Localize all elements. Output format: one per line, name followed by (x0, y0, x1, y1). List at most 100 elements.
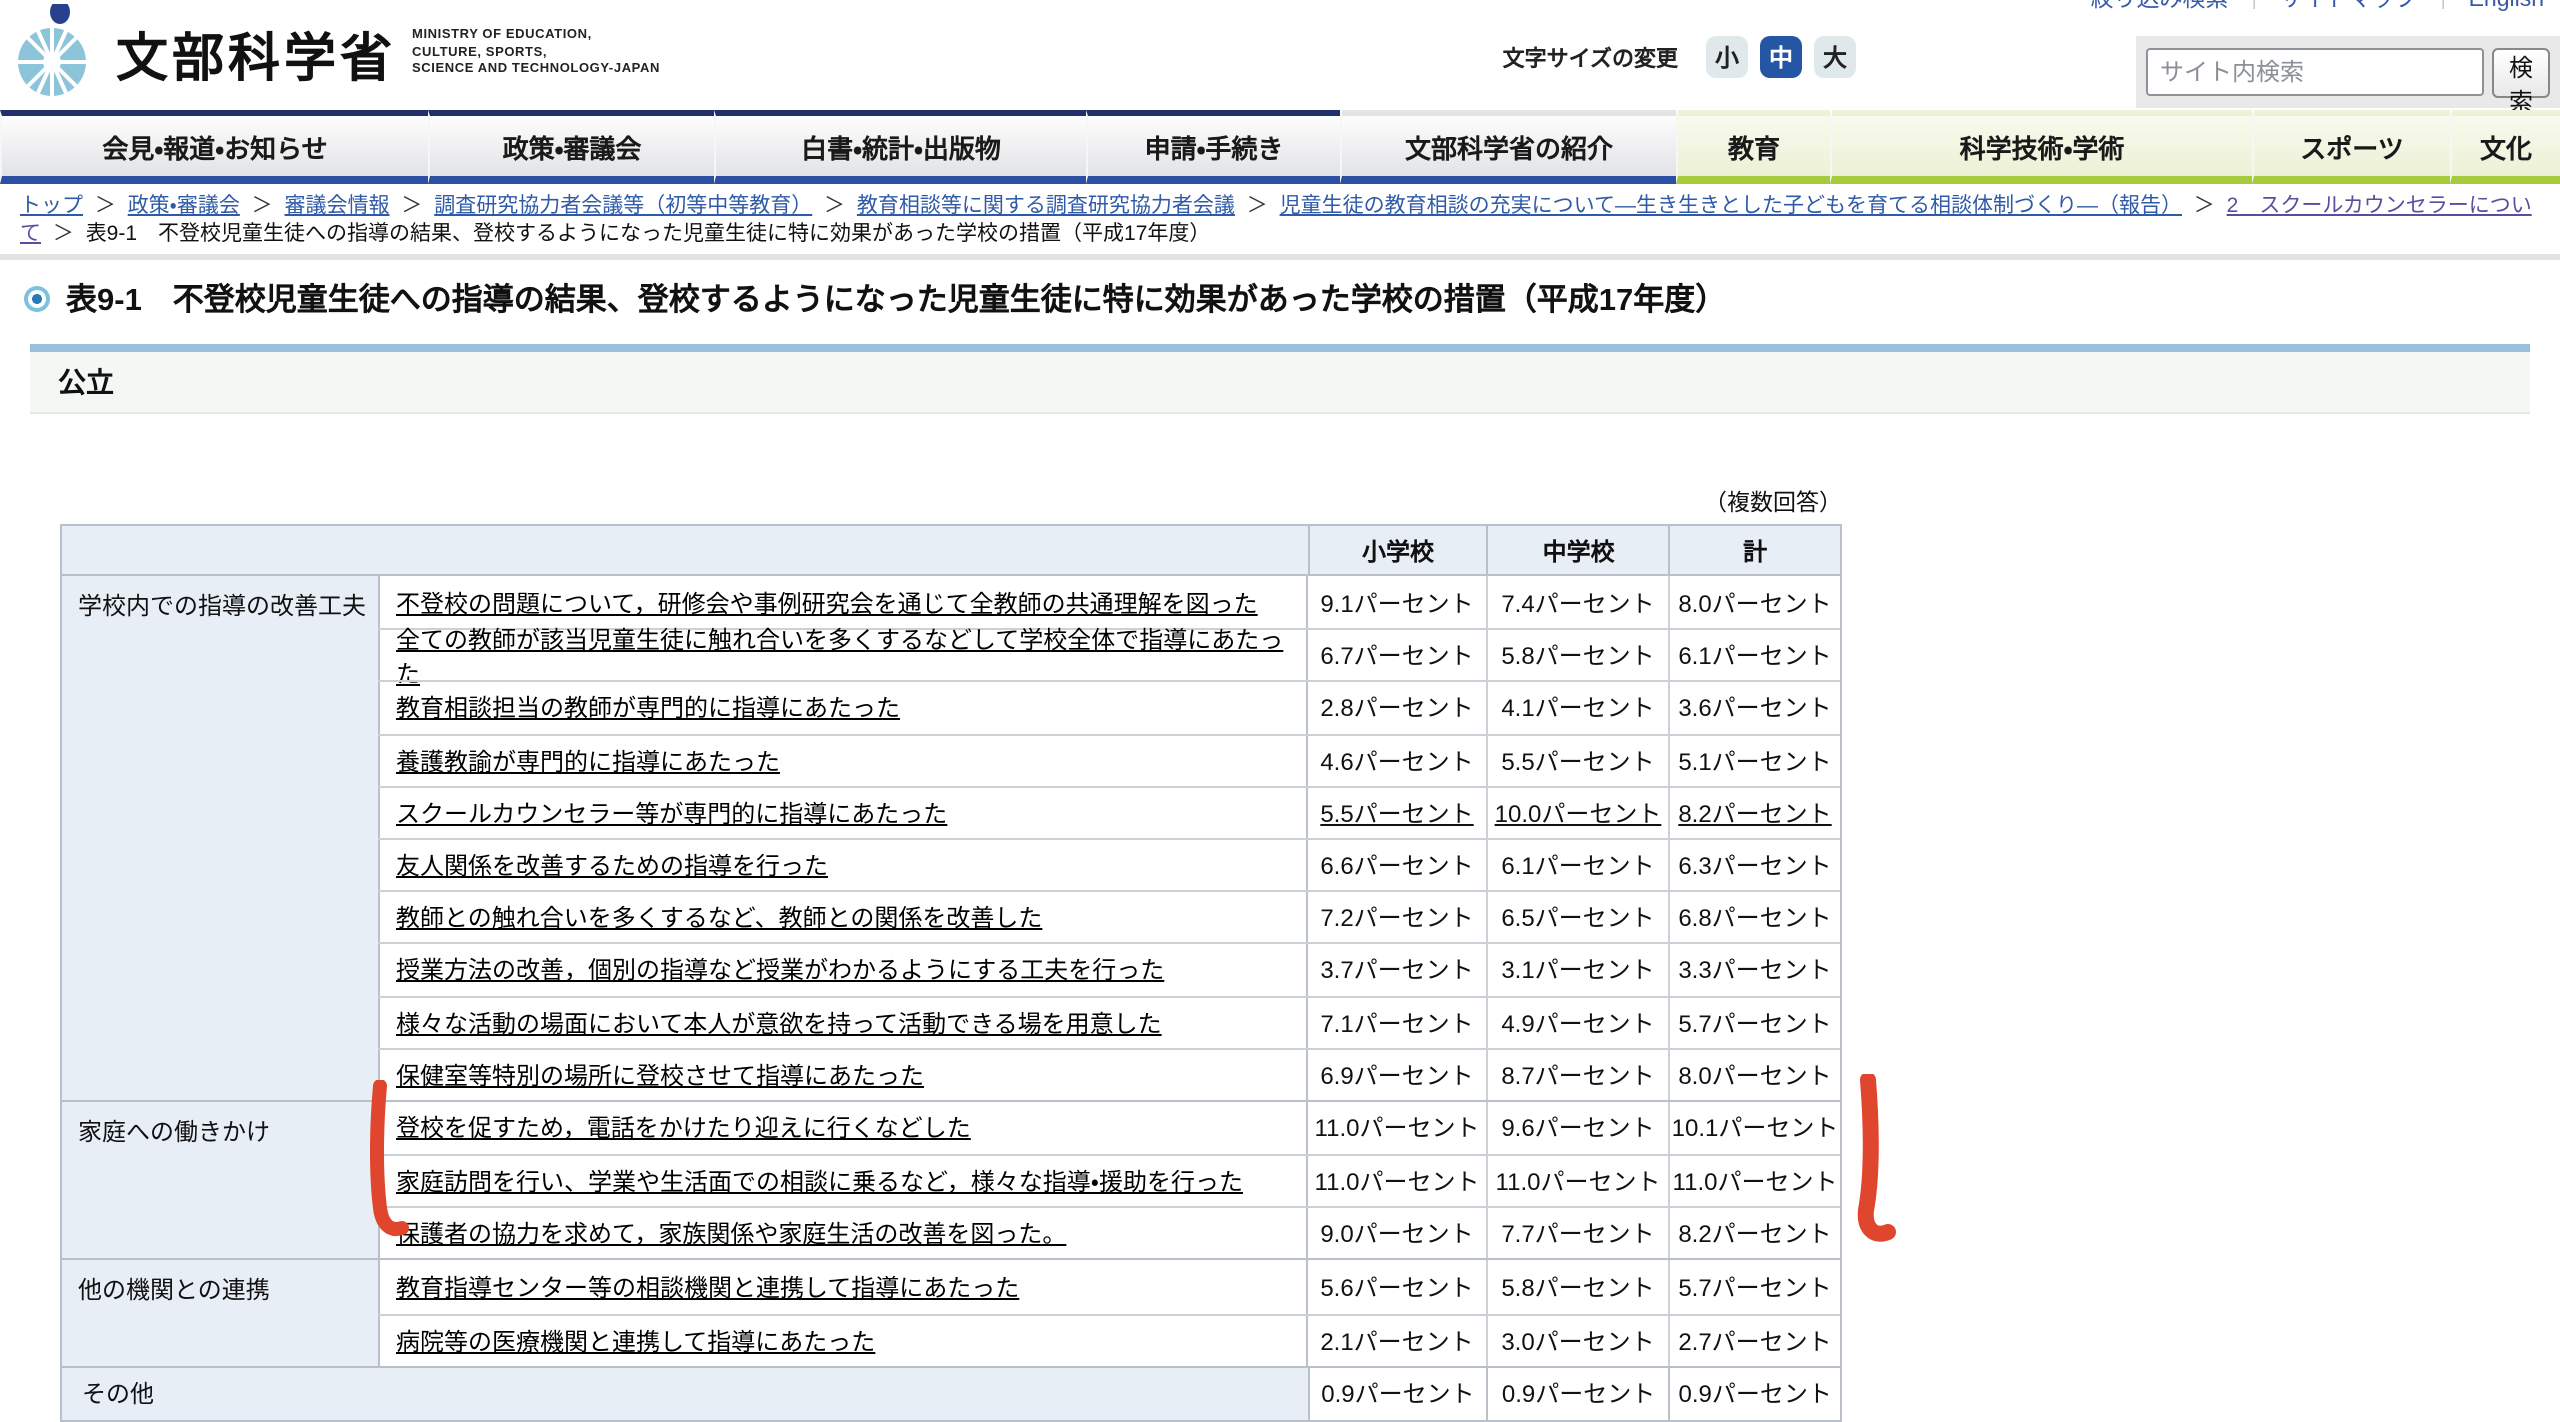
value-cell: 6.1パーセント (1668, 630, 1840, 680)
nav-tab-7[interactable]: スポーツ (2252, 110, 2450, 184)
value-cell: 6.5パーセント (1486, 892, 1668, 942)
measure-link[interactable]: 様々な活動の場面において本人が意欲を持って活動できる場を用意した (396, 1005, 1162, 1039)
table-header-row: 小学校中学校計 (62, 526, 1840, 574)
utility-link-1[interactable]: サイトマップ (2280, 0, 2418, 12)
font-size-switcher: 文字サイズの変更 小中大 (1503, 36, 1856, 78)
nav-tab-4[interactable]: 文部科学省の紹介 (1340, 110, 1676, 184)
nav-tab-6[interactable]: 科学技術・学術 (1830, 110, 2252, 184)
measure-link[interactable]: 養護教諭が専門的に指導にあたった (396, 743, 780, 777)
breadcrumb-separator: ＞ (818, 194, 851, 218)
measure-link[interactable]: 授業方法の改善，個別の指導など授業がわかるようにする工夫を行った (396, 953, 1164, 987)
value-cell: 5.8パーセント (1486, 1261, 1668, 1313)
breadcrumb-separator: ＞ (1241, 194, 1274, 218)
font-size-label: 文字サイズの変更 (1503, 41, 1678, 73)
category-cell: 他の機関との連携 (62, 1261, 378, 1366)
table-row: 保健室等特別の場所に登校させて指導にあたった6.9パーセント8.7パーセント8.… (378, 1047, 1840, 1099)
measure-cell: 授業方法の改善，個別の指導など授業がわかるようにする工夫を行った (378, 945, 1306, 995)
value-cell: 3.3パーセント (1668, 945, 1840, 995)
table-row: 友人関係を改善するための指導を行った6.6パーセント6.1パーセント6.3パーセ… (378, 838, 1840, 890)
value-cell: 7.2パーセント (1306, 892, 1486, 942)
value-cell: 6.1パーセント (1486, 840, 1668, 890)
measures-table: 小学校中学校計 学校内での指導の改善工夫不登校の問題について，研修会や事例研究会… (60, 524, 1842, 1422)
category-cell-merged: その他 (62, 1368, 1307, 1420)
category-cell: 学校内での指導の改善工夫 (62, 576, 378, 1100)
measure-cell: 家庭訪問を行い、学業や生活面での相談に乗るなど，様々な指導・援助を行った (378, 1156, 1306, 1206)
table-group-0: 学校内での指導の改善工夫不登校の問題について，研修会や事例研究会を通じて全教師の… (62, 574, 1840, 1100)
mext-logo[interactable]: 文部科学省 MINISTRY OF EDUCATION,CULTURE, SPO… (12, 4, 660, 104)
search-input[interactable] (2146, 48, 2484, 96)
value-cell: 3.1パーセント (1486, 945, 1668, 995)
section-heading-kouritsu: 公立 (30, 344, 2530, 414)
site-header: 文部科学省 MINISTRY OF EDUCATION,CULTURE, SPO… (0, 0, 2560, 110)
breadcrumb-separator: ＞ (89, 194, 122, 218)
font-size-button-2[interactable]: 大 (1814, 36, 1856, 78)
measure-link[interactable]: スクールカウンセラー等が専門的に指導にあたった (396, 796, 947, 830)
value-cell: 0.9パーセント (1307, 1368, 1487, 1420)
column-header-1: 中学校 (1487, 526, 1669, 574)
title-row: 表9-1 不登校児童生徒への指導の結果、登校するようになった児童生徒に特に効果が… (24, 276, 1726, 320)
measure-link[interactable]: 保護者の協力を求めて，家族関係や家庭生活の改善を図った。 (396, 1217, 1066, 1251)
breadcrumb-item-5[interactable]: 児童生徒の教育相談の充実について—生き生きとした子どもを育てる相談体制づくり—（… (1280, 194, 2182, 218)
measure-link[interactable]: 不登校の問題について，研修会や事例研究会を通じて全教師の共通理解を図った (396, 585, 1258, 619)
nav-tab-8[interactable]: 文化 (2450, 110, 2560, 184)
value-cell: 9.6パーセント (1486, 1102, 1668, 1154)
value-cell: 3.7パーセント (1306, 945, 1486, 995)
breadcrumb-item-2[interactable]: 審議会情報 (285, 194, 390, 218)
breadcrumb: トップ ＞ 政策・審議会 ＞ 審議会情報 ＞ 調査研究協力者会議等（初等中等教育… (20, 192, 2544, 248)
utility-link-0[interactable]: 絞り込み検索 (2091, 0, 2229, 12)
breadcrumb-item-0[interactable]: トップ (20, 194, 83, 218)
value-cell: 7.1パーセント (1306, 997, 1486, 1047)
logo-title: 文部科学省 (116, 17, 396, 91)
nav-tab-5[interactable]: 教育 (1676, 110, 1830, 184)
breadcrumb-separator: ＞ (246, 194, 279, 218)
mext-pinwheel-icon (12, 4, 100, 104)
measure-cell: 保健室等特別の場所に登校させて指導にあたった (378, 1049, 1306, 1099)
table-row: 病院等の医療機関と連携して指導にあたった2.1パーセント3.0パーセント2.7パ… (378, 1313, 1840, 1365)
breadcrumb-item-4[interactable]: 教育相談等に関する調査研究協力者会議 (857, 194, 1235, 218)
value-cell: 5.8パーセント (1486, 630, 1668, 680)
table-row: 教育指導センター等の相談機関と連携して指導にあたった5.6パーセント5.8パーセ… (378, 1261, 1840, 1313)
value-cell: 7.7パーセント (1486, 1209, 1668, 1259)
utility-link-2[interactable]: English (2469, 0, 2544, 12)
nav-tab-2[interactable]: 白書・統計・出版物 (714, 110, 1086, 184)
table-row: 授業方法の改善，個別の指導など授業がわかるようにする工夫を行った 3.7パーセント… (378, 943, 1840, 995)
measure-link[interactable]: 病院等の医療機関と連携して指導にあたった (396, 1323, 875, 1357)
measure-link[interactable]: 保健室等特別の場所に登校させて指導にあたった (396, 1058, 924, 1092)
page-title: 表9-1 不登校児童生徒への指導の結果、登校するようになった児童生徒に特に効果が… (66, 276, 1726, 320)
measure-link[interactable]: 家庭訪問を行い、学業や生活面での相談に乗るなど，様々な指導・援助を行った (396, 1164, 1243, 1198)
font-size-button-0[interactable]: 小 (1706, 36, 1748, 78)
measure-link[interactable]: 友人関係を改善するための指導を行った (396, 848, 828, 882)
value-cell: 11.0パーセント (1668, 1156, 1840, 1206)
measure-cell: 保護者の協力を求めて，家族関係や家庭生活の改善を図った。 (378, 1209, 1306, 1259)
value-cell: 10.1パーセント (1668, 1102, 1840, 1154)
search-button[interactable]: 検索 (2492, 47, 2550, 97)
value-cell: 5.5パーセント (1306, 788, 1486, 838)
value-cell: 11.0パーセント (1306, 1156, 1486, 1206)
font-size-button-1[interactable]: 中 (1760, 36, 1802, 78)
breadcrumb-item-3[interactable]: 調査研究協力者会議等（初等中等教育） (434, 194, 812, 218)
measure-link[interactable]: 登校を促すため，電話をかけたり迎えに行くなどした (396, 1111, 971, 1145)
nav-tab-1[interactable]: 政策・審議会 (428, 110, 714, 184)
value-cell: 5.5パーセント (1486, 735, 1668, 785)
category-cell: 家庭への働きかけ (62, 1102, 378, 1259)
measure-link[interactable]: 教育相談担当の教師が専門的に指導にあたった (396, 691, 900, 725)
value-cell: 2.1パーセント (1306, 1315, 1486, 1365)
measure-link[interactable]: 教師との触れ合いを多くするなど、教師との関係を改善した (396, 900, 1042, 934)
breadcrumb-item-1[interactable]: 政策・審議会 (128, 194, 240, 218)
value-cell: 3.0パーセント (1486, 1315, 1668, 1365)
nav-tab-0[interactable]: 会見・報道・お知らせ (0, 110, 428, 184)
nav-tab-3[interactable]: 申請・手続き (1086, 110, 1340, 184)
column-header-0: 小学校 (1307, 526, 1487, 574)
value-link[interactable]: 8.2パーセント (1678, 796, 1831, 830)
measure-link[interactable]: 教育指導センター等の相談機関と連携して指導にあたった (396, 1270, 1019, 1304)
measure-cell: 登校を促すため，電話をかけたり迎えに行くなどした (378, 1102, 1306, 1154)
measure-link[interactable]: 全ての教師が該当児童生徒に触れ合いを多くするなどして学校全体で指導にあたった (396, 622, 1306, 690)
value-cell: 11.0パーセント (1486, 1156, 1668, 1206)
group-rows: 不登校の問題について，研修会や事例研究会を通じて全教師の共通理解を図った9.1パ… (378, 576, 1840, 1100)
breadcrumb-separator: ＞ (47, 222, 80, 246)
utility-links: 絞り込み検索｜サイトマップ｜English (2091, 0, 2544, 14)
table-group-1: 家庭への働きかけ登校を促すため，電話をかけたり迎えに行くなどした 11.0パーセン… (62, 1100, 1840, 1259)
value-link[interactable]: 5.5パーセント (1320, 796, 1473, 830)
value-link[interactable]: 10.0パーセント (1495, 796, 1662, 830)
header-empty-cell (62, 526, 1307, 574)
